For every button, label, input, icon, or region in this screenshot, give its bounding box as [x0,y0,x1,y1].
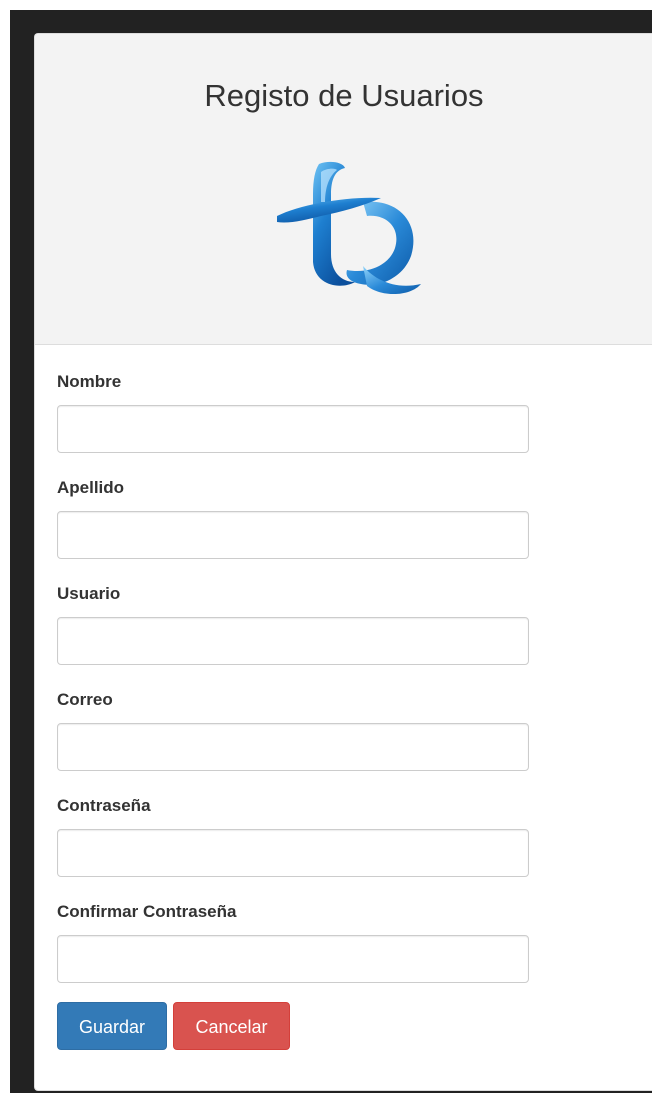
form-group-contrasena: Contraseña [57,795,529,877]
contrasena-input[interactable] [57,829,529,877]
confirmar-contrasena-input[interactable] [57,935,529,983]
page-title: Registo de Usuarios [204,78,484,113]
usuario-label: Usuario [57,584,121,603]
form-group-confirmar-contrasena: Confirmar Contraseña [57,901,529,983]
registration-panel: Registo de Usuarios Nombre Apellido Usua… [34,33,652,1091]
apellido-input[interactable] [57,511,529,559]
correo-label: Correo [57,690,113,709]
nombre-input[interactable] [57,405,529,453]
apellido-label: Apellido [57,478,125,497]
usuario-input[interactable] [57,617,529,665]
confirmar-contrasena-label: Confirmar Contraseña [57,902,237,921]
cancel-button[interactable]: Cancelar [173,1002,290,1050]
correo-input[interactable] [57,723,529,771]
contrasena-label: Contraseña [57,796,151,815]
form-group-nombre: Nombre [57,371,529,453]
form-group-correo: Correo [57,689,529,771]
form-group-usuario: Usuario [57,583,529,665]
form-group-apellido: Apellido [57,477,529,559]
tq-logo-icon [277,161,421,295]
panel-heading: Registo de Usuarios [35,34,652,345]
save-button[interactable]: Guardar [57,1002,167,1050]
page-frame: Registo de Usuarios Nombre Apellido Usua… [0,0,652,1093]
top-strip [0,0,652,10]
nombre-label: Nombre [57,372,122,391]
